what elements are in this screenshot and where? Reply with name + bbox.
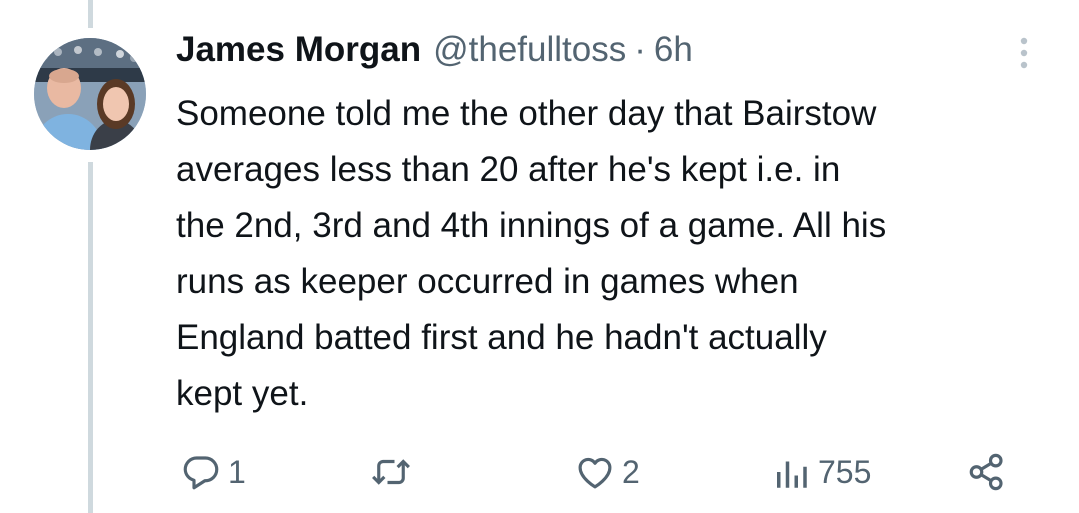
like-button[interactable]: 2	[574, 448, 640, 496]
reply-icon	[183, 456, 219, 490]
tweet-text: Someone told me the other day that Bairs…	[176, 94, 887, 413]
retweet-button[interactable]	[370, 448, 418, 496]
reply-count: 1	[228, 453, 246, 490]
views-icon	[777, 461, 807, 488]
avatar[interactable]	[34, 38, 146, 150]
tweet-header: James Morgan @thefulltoss · 6h	[176, 30, 693, 80]
share-button[interactable]	[966, 448, 1008, 496]
separator-dot: ·	[634, 30, 646, 69]
author-name[interactable]: James Morgan	[176, 30, 421, 70]
heart-icon	[578, 457, 612, 489]
avatar-photo	[34, 38, 146, 150]
more-options-button[interactable]	[1012, 34, 1036, 74]
action-bar: 1 2 755	[176, 448, 1036, 496]
share-icon	[969, 453, 1003, 491]
author-handle[interactable]: @thefulltoss	[433, 30, 626, 70]
thread-line-bottom	[88, 162, 93, 513]
views-button[interactable]: 755	[770, 448, 871, 496]
like-count: 2	[622, 453, 640, 490]
timestamp[interactable]: 6h	[654, 30, 693, 70]
reply-button[interactable]: 1	[180, 448, 246, 496]
more-vertical-icon	[1020, 37, 1028, 69]
thread-line-top	[88, 0, 93, 28]
retweet-icon	[372, 459, 410, 485]
views-count: 755	[818, 453, 872, 490]
